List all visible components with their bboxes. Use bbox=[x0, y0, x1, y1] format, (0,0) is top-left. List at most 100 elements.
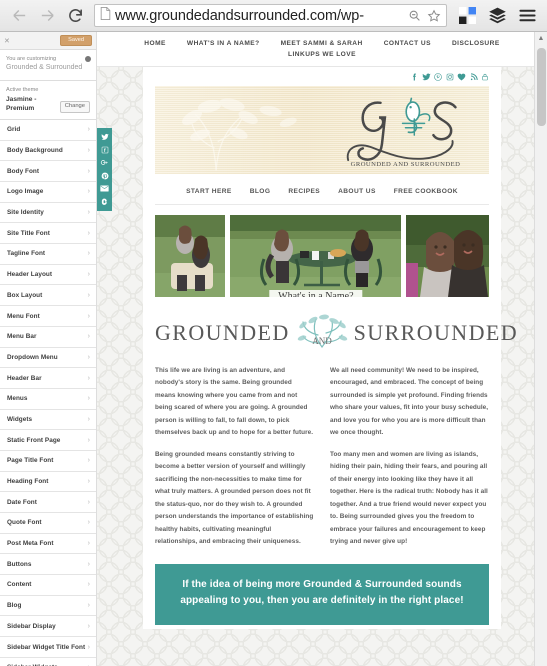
nav-item-linkups-we-love[interactable]: LINKUPS WE LOVE bbox=[288, 51, 356, 58]
chevron-right-icon: › bbox=[87, 374, 90, 382]
subnav-item-recipes[interactable]: RECIPES bbox=[288, 188, 320, 195]
twitter-share-icon[interactable] bbox=[97, 130, 112, 143]
primary-nav-row-2: LINKUPS WE LOVE bbox=[97, 49, 547, 60]
panel-label: Page Title Font bbox=[7, 457, 54, 465]
photo-two-women-chair[interactable] bbox=[155, 215, 226, 297]
extension-squares-icon[interactable] bbox=[454, 3, 480, 29]
panel-label: Header Layout bbox=[7, 271, 53, 279]
customizer-panel-body-background[interactable]: Body Background › bbox=[0, 140, 96, 162]
customizer-panel-widgets[interactable]: Widgets › bbox=[0, 409, 96, 431]
facebook-share-icon[interactable] bbox=[97, 143, 112, 156]
panel-label: Body Background bbox=[7, 147, 63, 155]
save-button[interactable]: Saved bbox=[60, 34, 92, 47]
customizer-panel-menus[interactable]: Menus › bbox=[0, 388, 96, 410]
email-icon[interactable] bbox=[481, 73, 489, 81]
subnav-item-about-us[interactable]: ABOUT US bbox=[338, 188, 376, 195]
reload-icon[interactable] bbox=[63, 4, 87, 28]
hamburger-menu-icon[interactable] bbox=[514, 3, 540, 29]
subnav-item-blog[interactable]: BLOG bbox=[250, 188, 271, 195]
site-logo[interactable]: GROUNDED AND SURROUNDED bbox=[332, 86, 479, 174]
customizer-panel-site-title-font[interactable]: Site Title Font › bbox=[0, 223, 96, 245]
page-title: GROUNDED AND SURROUNDED bbox=[143, 297, 517, 357]
nav-item-contact-us[interactable]: CONTACT US bbox=[384, 40, 431, 47]
customizer-panel-logo-image[interactable]: Logo Image › bbox=[0, 182, 96, 203]
customizer-panel-quote-font[interactable]: Quote Font › bbox=[0, 513, 96, 534]
panel-label: Header Bar bbox=[7, 374, 42, 382]
customizer-panel-date-font[interactable]: Date Font › bbox=[0, 492, 96, 514]
customizer-panel-tagline-font[interactable]: Tagline Font › bbox=[0, 244, 96, 265]
pinterest-icon[interactable] bbox=[434, 73, 442, 81]
ornament-word: AND bbox=[312, 336, 332, 346]
panel-label: Logo Image bbox=[7, 188, 44, 196]
panel-label: Menus bbox=[7, 395, 28, 403]
star-icon[interactable] bbox=[424, 9, 443, 23]
preview-scrollbar[interactable]: ▲ bbox=[534, 32, 547, 666]
customizer-panel-buttons[interactable]: Buttons › bbox=[0, 554, 96, 576]
facebook-icon[interactable] bbox=[411, 73, 418, 81]
back-arrow-icon[interactable] bbox=[7, 4, 31, 28]
customizer-header: ✕ Saved bbox=[0, 32, 96, 50]
customizer-panel-site-identity[interactable]: Site Identity › bbox=[0, 202, 96, 224]
customizer-panel-menu-bar[interactable]: Menu Bar › bbox=[0, 326, 96, 348]
customizer-panel-grid[interactable]: Grid › bbox=[0, 119, 96, 141]
chevron-right-icon: › bbox=[87, 602, 90, 610]
customizer-panel-header-layout[interactable]: Header Layout › bbox=[0, 264, 96, 286]
pinterest-share-icon[interactable] bbox=[97, 169, 112, 182]
customizing-label: You are customizing bbox=[6, 56, 57, 62]
page-title-right: SURROUNDED bbox=[353, 320, 518, 345]
layers-stack-icon[interactable] bbox=[484, 3, 510, 29]
panel-label: Content bbox=[7, 581, 32, 589]
instagram-icon[interactable] bbox=[446, 73, 454, 81]
google-plus-share-icon[interactable] bbox=[97, 156, 112, 169]
subnav-item-free-cookbook[interactable]: FREE COOKBOOK bbox=[394, 188, 458, 195]
customizer-panel-sidebar-display[interactable]: Sidebar Display › bbox=[0, 616, 96, 638]
scroll-up-arrow-icon[interactable]: ▲ bbox=[535, 32, 547, 45]
customizer-panel-box-layout[interactable]: Box Layout › bbox=[0, 285, 96, 307]
panel-label: Menu Bar bbox=[7, 333, 37, 341]
customizer-panel-blog[interactable]: Blog › bbox=[0, 595, 96, 617]
zoom-out-icon[interactable] bbox=[405, 9, 424, 22]
panel-label: Widgets bbox=[7, 415, 33, 423]
address-bar[interactable]: www.groundedandsurrounded.com/wp- bbox=[94, 4, 447, 27]
stumbleupon-share-icon[interactable] bbox=[97, 195, 112, 208]
forward-arrow-icon[interactable] bbox=[35, 4, 59, 28]
chevron-right-icon: › bbox=[87, 312, 90, 320]
logo-subtitle-text: GROUNDED AND SURROUNDED bbox=[351, 161, 461, 168]
chevron-right-icon: › bbox=[87, 519, 90, 527]
nav-item-home[interactable]: HOME bbox=[144, 40, 166, 47]
customizer-panel-content[interactable]: Content › bbox=[0, 575, 96, 596]
chevron-right-icon: › bbox=[87, 498, 90, 506]
nav-item-meet-sammi-sarah[interactable]: MEET SAMMI & SARAH bbox=[281, 40, 363, 47]
customizer-panel-sidebar-widget-title-font[interactable]: Sidebar Widget Title Font › bbox=[0, 637, 96, 658]
twitter-icon[interactable] bbox=[421, 73, 431, 81]
chevron-right-icon: › bbox=[87, 209, 90, 217]
panel-label: Sidebar Display bbox=[7, 622, 56, 630]
active-theme-block: Active theme Jasmine - Premium Change bbox=[0, 80, 96, 120]
customizer-panel-static-front-page[interactable]: Static Front Page › bbox=[0, 430, 96, 451]
subnav-item-start-here[interactable]: START HERE bbox=[186, 188, 232, 195]
bloglovin-heart-icon[interactable] bbox=[457, 73, 466, 81]
help-circle-icon[interactable] bbox=[85, 56, 91, 62]
panel-label: Post Meta Font bbox=[7, 540, 54, 548]
nav-item-what-s-in-a-name[interactable]: WHAT'S IN A NAME? bbox=[187, 40, 260, 47]
customizer-panel-heading-font[interactable]: Heading Font › bbox=[0, 471, 96, 493]
customizer-panel-body-font[interactable]: Body Font › bbox=[0, 161, 96, 183]
scrollbar-thumb[interactable] bbox=[537, 48, 546, 126]
customizer-panel-post-meta-font[interactable]: Post Meta Font › bbox=[0, 533, 96, 555]
customizer-panel-sidebar-widgets[interactable]: Sidebar Widgets› bbox=[0, 657, 96, 666]
change-theme-button[interactable]: Change bbox=[59, 101, 90, 113]
nav-item-disclosure[interactable]: DISCLOSURE bbox=[452, 40, 500, 47]
chevron-right-icon: › bbox=[87, 436, 90, 444]
photo-two-women-table[interactable]: What's in a Name? bbox=[230, 215, 402, 297]
customizer-panel-dropdown-menu[interactable]: Dropdown Menu › bbox=[0, 347, 96, 369]
panel-label: Date Font bbox=[7, 498, 37, 506]
photo-two-women-portrait[interactable] bbox=[406, 215, 489, 297]
email-share-icon[interactable] bbox=[97, 182, 112, 195]
close-icon[interactable]: ✕ bbox=[4, 37, 10, 45]
customizer-panel-menu-font[interactable]: Menu Font › bbox=[0, 306, 96, 327]
rss-icon[interactable] bbox=[470, 73, 478, 81]
chevron-right-icon: › bbox=[87, 560, 90, 568]
customizer-panel-header-bar[interactable]: Header Bar › bbox=[0, 368, 96, 389]
chevron-right-icon: › bbox=[87, 271, 90, 279]
customizer-panel-page-title-font[interactable]: Page Title Font › bbox=[0, 450, 96, 472]
